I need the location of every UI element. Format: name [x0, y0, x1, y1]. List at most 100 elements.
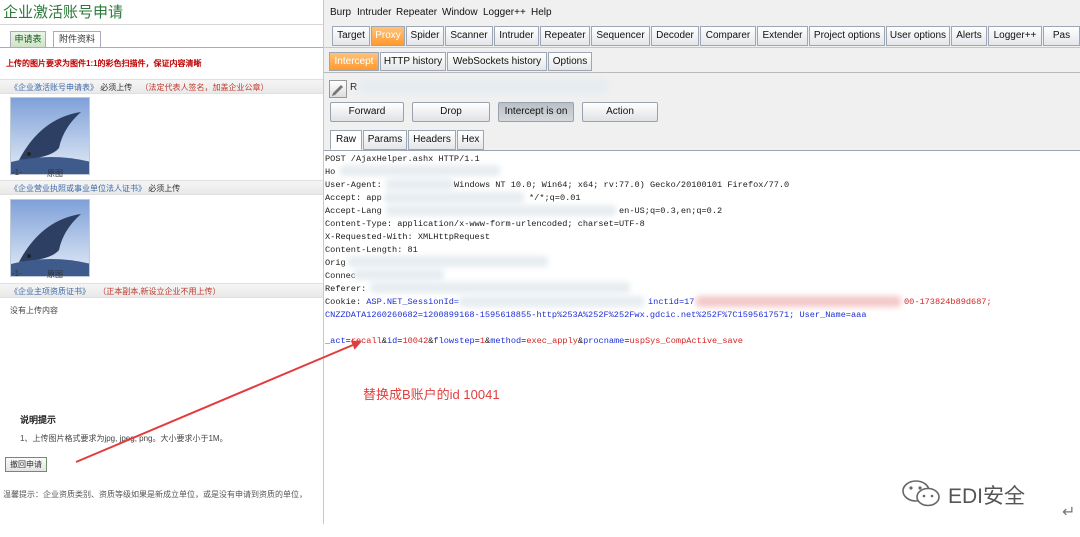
request-line: POST /AjaxHelper.ashx HTTP/1.1: [325, 154, 480, 164]
redacted-origin: [348, 256, 548, 267]
redacted-host: [358, 79, 608, 93]
action-button[interactable]: Action: [582, 102, 658, 122]
header-user-agent-value: Windows NT 10.0; Win64; x64; rv:77.0) Ge…: [454, 180, 790, 190]
tab-user-options[interactable]: User options: [886, 26, 950, 46]
menu-logger[interactable]: Logger++: [483, 7, 526, 18]
tab-scanner[interactable]: Scanner: [445, 26, 493, 46]
view-tab-params[interactable]: Params: [363, 130, 407, 150]
thumbnail-index: -1-: [12, 269, 22, 278]
view-tab-headers[interactable]: Headers: [408, 130, 456, 150]
param-key: _act: [325, 336, 346, 346]
header-accept-language-value: en-US;q=0.3,en;q=0.2: [619, 206, 723, 216]
forward-button[interactable]: Forward: [330, 102, 404, 122]
subtab-http-history[interactable]: HTTP history: [380, 52, 446, 71]
menu-intruder[interactable]: Intruder: [357, 7, 391, 18]
cookie-inctid: inctid=17: [648, 297, 695, 307]
section-label: 《企业主项资质证书》: [10, 287, 90, 296]
header-accept-value: */*;q=0.01: [529, 193, 581, 203]
intercept-controls: R Forward Drop Intercept is on Action: [324, 72, 1080, 126]
tab-target[interactable]: Target: [332, 26, 370, 46]
subtab-intercept[interactable]: Intercept: [329, 52, 379, 71]
subtab-websockets-history[interactable]: WebSockets history: [447, 52, 547, 71]
tab-logger-plus[interactable]: Logger++: [988, 26, 1042, 46]
section-note: （法定代表人签名，加盖企业公章）: [140, 83, 269, 92]
param-id-value: 10042: [402, 336, 429, 346]
header-referer: Referer:: [325, 284, 367, 294]
uploaded-image-thumbnail[interactable]: [10, 199, 90, 277]
section-qualification-cert: 《企业主项资质证书》 （正本副本,新设立企业不用上传）: [0, 283, 323, 298]
drop-button[interactable]: Drop: [412, 102, 490, 122]
tab-divider: [0, 47, 323, 48]
tab-attachments[interactable]: 附件资料: [53, 31, 101, 48]
header-accept: Accept: app: [325, 193, 382, 203]
section-label: 《企业激活账号申请表》: [10, 83, 98, 92]
redacted-inctid-value: [696, 296, 901, 307]
tab-sequencer[interactable]: Sequencer: [591, 26, 650, 46]
tab-repeater[interactable]: Repeater: [540, 26, 590, 46]
header-x-requested-with: X-Requested-With: XMLHttpRequest: [325, 232, 491, 242]
menu-help[interactable]: Help: [531, 7, 552, 18]
section-activation-form: 《企业激活账号申请表》 必须上传 （法定代表人签名，加盖企业公章）: [0, 79, 323, 94]
tab-project-options[interactable]: Project options: [809, 26, 885, 46]
tab-extender[interactable]: Extender: [757, 26, 808, 46]
redacted-connection: [354, 269, 444, 280]
tab-proxy[interactable]: Proxy: [371, 26, 405, 46]
request-host-label: R: [350, 82, 358, 93]
section-required: 必须上传: [148, 184, 181, 193]
menu-window[interactable]: Window: [442, 7, 478, 18]
tab-spider[interactable]: Spider: [406, 26, 444, 46]
section-required: 必须上传: [100, 83, 133, 92]
cookie-cnzz-data: CNZZDATA1260260682=1200899168-1595618855…: [325, 310, 867, 320]
edit-pencil-icon[interactable]: [329, 80, 347, 98]
view-tab-hex[interactable]: Hex: [457, 130, 484, 150]
section-note: （正本副本,新设立企业不用上传）: [98, 287, 221, 296]
section-business-license: 《企业营业执照或事业单位法人证书》 必须上传: [0, 180, 323, 195]
redacted-ua: [386, 179, 454, 190]
param-key: procname: [583, 336, 625, 346]
tips-item: 1、上传图片格式要求为jpg, jpeg, png。大小要求小于1M。: [20, 434, 228, 443]
annotation-text: 替换成B账户的id 10041: [363, 387, 500, 402]
subtab-options[interactable]: Options: [548, 52, 592, 71]
tab-application-form[interactable]: 申请表: [10, 31, 46, 48]
wechat-icon: [902, 480, 940, 507]
cookie-session-key: ASP.NET_SessionId=: [366, 297, 460, 307]
cookie-label: Cookie:: [325, 297, 367, 307]
redacted-accept-language: [386, 205, 616, 216]
uploaded-image-thumbnail[interactable]: [10, 97, 90, 175]
section-label: 《企业营业执照或事业单位法人证书》: [10, 184, 146, 193]
no-upload-text: 没有上传内容: [10, 306, 58, 315]
redacted-host-value: [340, 165, 500, 176]
return-arrow-icon: ↵: [1062, 504, 1076, 521]
header-host: Ho: [325, 167, 336, 177]
menu-burp[interactable]: Burp: [330, 7, 351, 18]
tab-intruder[interactable]: Intruder: [494, 26, 539, 46]
view-tab-raw[interactable]: Raw: [330, 130, 362, 150]
param-value: exec_apply: [526, 336, 578, 346]
withdraw-application-button[interactable]: 撤回申请: [5, 457, 47, 472]
header-content-type: Content-Type: application/x-www-form-url…: [325, 219, 645, 229]
upload-notice: 上传的图片要求为图件1:1的彩色扫描件，保证内容清晰: [6, 59, 202, 68]
tab-decoder[interactable]: Decoder: [651, 26, 699, 46]
redacted-referer: [370, 282, 630, 293]
tab-comparer[interactable]: Comparer: [700, 26, 756, 46]
watermark-text: EDI安全: [948, 485, 1026, 508]
header-accept-language: Accept-Lang: [325, 206, 382, 216]
tips-heading: 说明提示: [20, 415, 57, 425]
param-key: method: [490, 336, 522, 346]
thumbnail-original-link[interactable]: 原图: [47, 168, 63, 179]
intercept-toggle-button[interactable]: Intercept is on: [498, 102, 574, 122]
redacted-accept: [384, 192, 524, 203]
request-editor[interactable]: POST /AjaxHelper.ashx HTTP/1.1 Ho User-A…: [324, 150, 1080, 524]
menu-repeater[interactable]: Repeater: [396, 7, 437, 18]
param-value: recall: [350, 336, 382, 346]
redacted-session-value: [459, 296, 644, 307]
thumbnail-index: -1-: [12, 168, 22, 177]
tab-alerts[interactable]: Alerts: [951, 26, 987, 46]
burp-suite-window: Burp Intruder Repeater Window Logger++ H…: [324, 0, 1080, 537]
tab-passive[interactable]: Pas: [1043, 26, 1080, 46]
param-value: uspSys_CompActive_save: [629, 336, 743, 346]
param-key: id: [386, 336, 398, 346]
request-body[interactable]: _act=recall&id=10042&flowstep=1&method=e…: [325, 336, 743, 346]
thumbnail-original-link[interactable]: 原图: [47, 269, 63, 280]
web-app-panel: 企业激活账号申请 申请表 附件资料 上传的图片要求为图件1:1的彩色扫描件，保证…: [0, 0, 323, 537]
